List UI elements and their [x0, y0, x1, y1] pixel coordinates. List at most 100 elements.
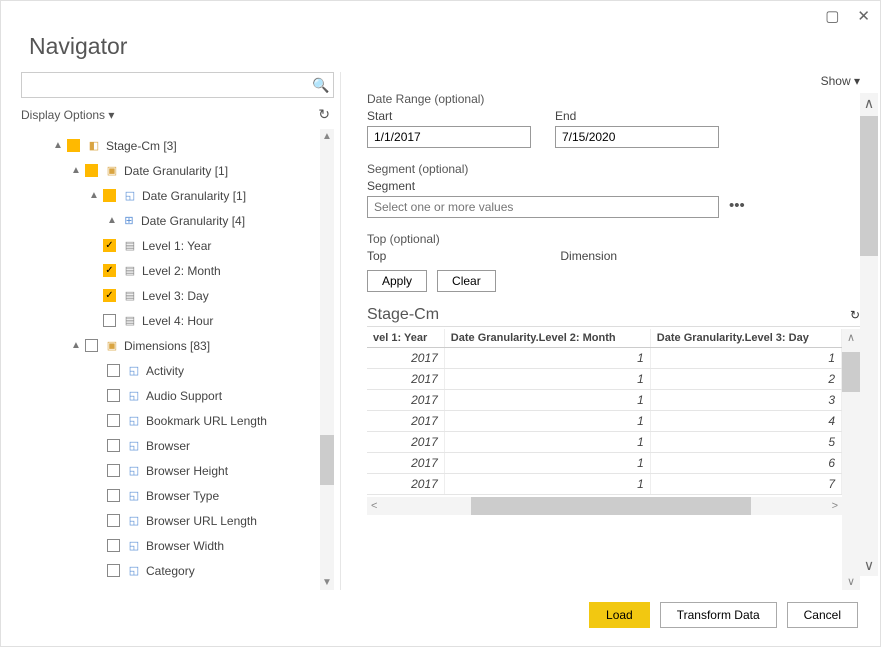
tree-node[interactable]: ◱Browser Type — [21, 483, 320, 508]
tree-node[interactable]: ▲▣Dimensions [83] — [21, 333, 320, 358]
start-date-input[interactable] — [367, 126, 531, 148]
tree-node[interactable]: ◱Browser URL Length — [21, 508, 320, 533]
tree-checkbox[interactable] — [107, 414, 120, 427]
hier2-icon: ⊞ — [121, 213, 137, 229]
tree-node[interactable]: ✓▤Level 1: Year — [21, 233, 320, 258]
tree-node[interactable]: ◱Browser — [21, 433, 320, 458]
transform-data-button[interactable]: Transform Data — [660, 602, 777, 628]
expander-icon[interactable]: ▲ — [107, 215, 117, 226]
apply-button[interactable]: Apply — [367, 270, 427, 292]
tree-checkbox[interactable]: ✓ — [103, 239, 116, 252]
table-row[interactable]: 201712 — [367, 369, 842, 390]
maximize-icon[interactable]: ▢ — [825, 7, 839, 25]
preview-refresh-icon[interactable]: ↻ — [850, 308, 860, 322]
table-cell: 2017 — [367, 390, 444, 411]
tree-checkbox[interactable] — [107, 389, 120, 402]
column-header[interactable]: Date Granularity.Level 2: Month — [444, 329, 650, 348]
tree-checkbox[interactable] — [67, 139, 80, 152]
cancel-button[interactable]: Cancel — [787, 602, 858, 628]
tree-node[interactable]: ◱Bookmark URL Length — [21, 408, 320, 433]
pane-scroll-up-icon[interactable]: ∧ — [864, 93, 874, 114]
tree-checkbox[interactable] — [85, 164, 98, 177]
tree-node[interactable]: ▲▣Date Granularity [1] — [21, 158, 320, 183]
tree-node[interactable]: ◱Audio Support — [21, 383, 320, 408]
tree-node[interactable]: ▤Level 4: Hour — [21, 308, 320, 333]
tree-checkbox[interactable] — [107, 439, 120, 452]
top-section-title: Top (optional) — [367, 232, 860, 246]
scroll-left-icon[interactable]: < — [367, 500, 381, 512]
object-tree[interactable]: ▲◧Stage-Cm [3]▲▣Date Granularity [1]▲◱Da… — [21, 129, 320, 590]
hscroll-thumb[interactable] — [471, 497, 751, 515]
table-row[interactable]: 201715 — [367, 432, 842, 453]
scroll-right-icon[interactable]: > — [828, 500, 842, 512]
show-menu-button[interactable]: Show ▾ — [821, 74, 860, 88]
pane-scroll-thumb[interactable] — [860, 116, 878, 256]
table-row[interactable]: 201716 — [367, 453, 842, 474]
close-icon[interactable]: ✕ — [857, 7, 870, 25]
display-options-button[interactable]: Display Options ▾ — [21, 108, 114, 122]
table-scroll-up-icon[interactable]: ∧ — [847, 329, 855, 346]
tree-node[interactable]: ✓▤Level 3: Day — [21, 283, 320, 308]
table-row[interactable]: 201714 — [367, 411, 842, 432]
tree-node-label: Activity — [146, 364, 184, 378]
table-row[interactable]: 201711 — [367, 348, 842, 369]
tree-node-label: Category — [146, 564, 195, 578]
table-row[interactable]: 201713 — [367, 390, 842, 411]
tree-node[interactable]: ◱Browser Height — [21, 458, 320, 483]
column-header[interactable]: Date Granularity.Level 3: Day — [650, 329, 841, 348]
tree-node[interactable]: ◱Category — [21, 558, 320, 583]
search-box[interactable]: 🔍 — [21, 72, 334, 98]
table-scroll-down-icon[interactable]: ∨ — [847, 573, 855, 590]
tree-checkbox[interactable] — [107, 514, 120, 527]
expander-icon[interactable]: ▲ — [89, 190, 99, 201]
detail-pane-scrollbar[interactable]: ∧ ∨ — [860, 93, 878, 576]
table-cell: 1 — [650, 348, 841, 369]
expander-icon[interactable]: ▲ — [53, 140, 63, 151]
scroll-down-icon[interactable]: ▼ — [322, 575, 332, 590]
end-date-input[interactable] — [555, 126, 719, 148]
tree-checkbox[interactable] — [107, 564, 120, 577]
tree-checkbox[interactable] — [107, 539, 120, 552]
table-cell: 2017 — [367, 474, 444, 495]
navigator-tree-pane: 🔍 Display Options ▾ ↻ ▲◧Stage-Cm [3]▲▣Da… — [21, 72, 341, 590]
table-row[interactable]: 201717 — [367, 474, 842, 495]
table-vscroll[interactable]: ∧ ∨ — [842, 329, 860, 590]
tree-node[interactable]: ▲◱Date Granularity [1] — [21, 183, 320, 208]
tree-node-label: Browser URL Length — [146, 514, 257, 528]
tree-scrollbar[interactable]: ▲ ▼ — [320, 129, 334, 590]
pane-scroll-down-icon[interactable]: ∨ — [864, 555, 874, 576]
segment-input[interactable] — [367, 196, 719, 218]
search-icon[interactable]: 🔍 — [309, 77, 333, 94]
folder-icon: ▣ — [104, 163, 120, 179]
segment-more-icon[interactable]: ••• — [729, 197, 745, 218]
tree-node[interactable]: ✓▤Level 2: Month — [21, 258, 320, 283]
search-input[interactable] — [22, 78, 309, 92]
tree-node[interactable]: ▲◧Stage-Cm [3] — [21, 133, 320, 158]
tree-checkbox[interactable] — [85, 339, 98, 352]
table-scroll-thumb[interactable] — [842, 352, 860, 392]
tree-node[interactable]: ◱Activity — [21, 358, 320, 383]
tree-checkbox[interactable] — [107, 464, 120, 477]
tree-node[interactable]: ▲⊞Date Granularity [4] — [21, 208, 320, 233]
table-cell: 2 — [650, 369, 841, 390]
table-cell: 1 — [444, 348, 650, 369]
tree-checkbox[interactable] — [107, 489, 120, 502]
scroll-up-icon[interactable]: ▲ — [322, 129, 332, 144]
tree-checkbox[interactable] — [103, 314, 116, 327]
tree-node[interactable]: ◱Browser Width — [21, 533, 320, 558]
tree-checkbox[interactable] — [107, 364, 120, 377]
tree-checkbox[interactable]: ✓ — [103, 264, 116, 277]
tree-checkbox[interactable] — [103, 189, 116, 202]
level-icon: ▤ — [122, 313, 138, 329]
clear-button[interactable]: Clear — [437, 270, 496, 292]
scroll-thumb[interactable] — [320, 435, 334, 485]
table-cell: 6 — [650, 453, 841, 474]
expander-icon[interactable]: ▲ — [71, 165, 81, 176]
column-header[interactable]: vel 1: Year — [367, 329, 444, 348]
tree-checkbox[interactable]: ✓ — [103, 289, 116, 302]
refresh-icon[interactable]: ↻ — [318, 106, 330, 123]
load-button[interactable]: Load — [589, 602, 650, 628]
table-hscroll[interactable]: < > — [367, 497, 842, 515]
end-label: End — [555, 109, 719, 123]
expander-icon[interactable]: ▲ — [71, 340, 81, 351]
